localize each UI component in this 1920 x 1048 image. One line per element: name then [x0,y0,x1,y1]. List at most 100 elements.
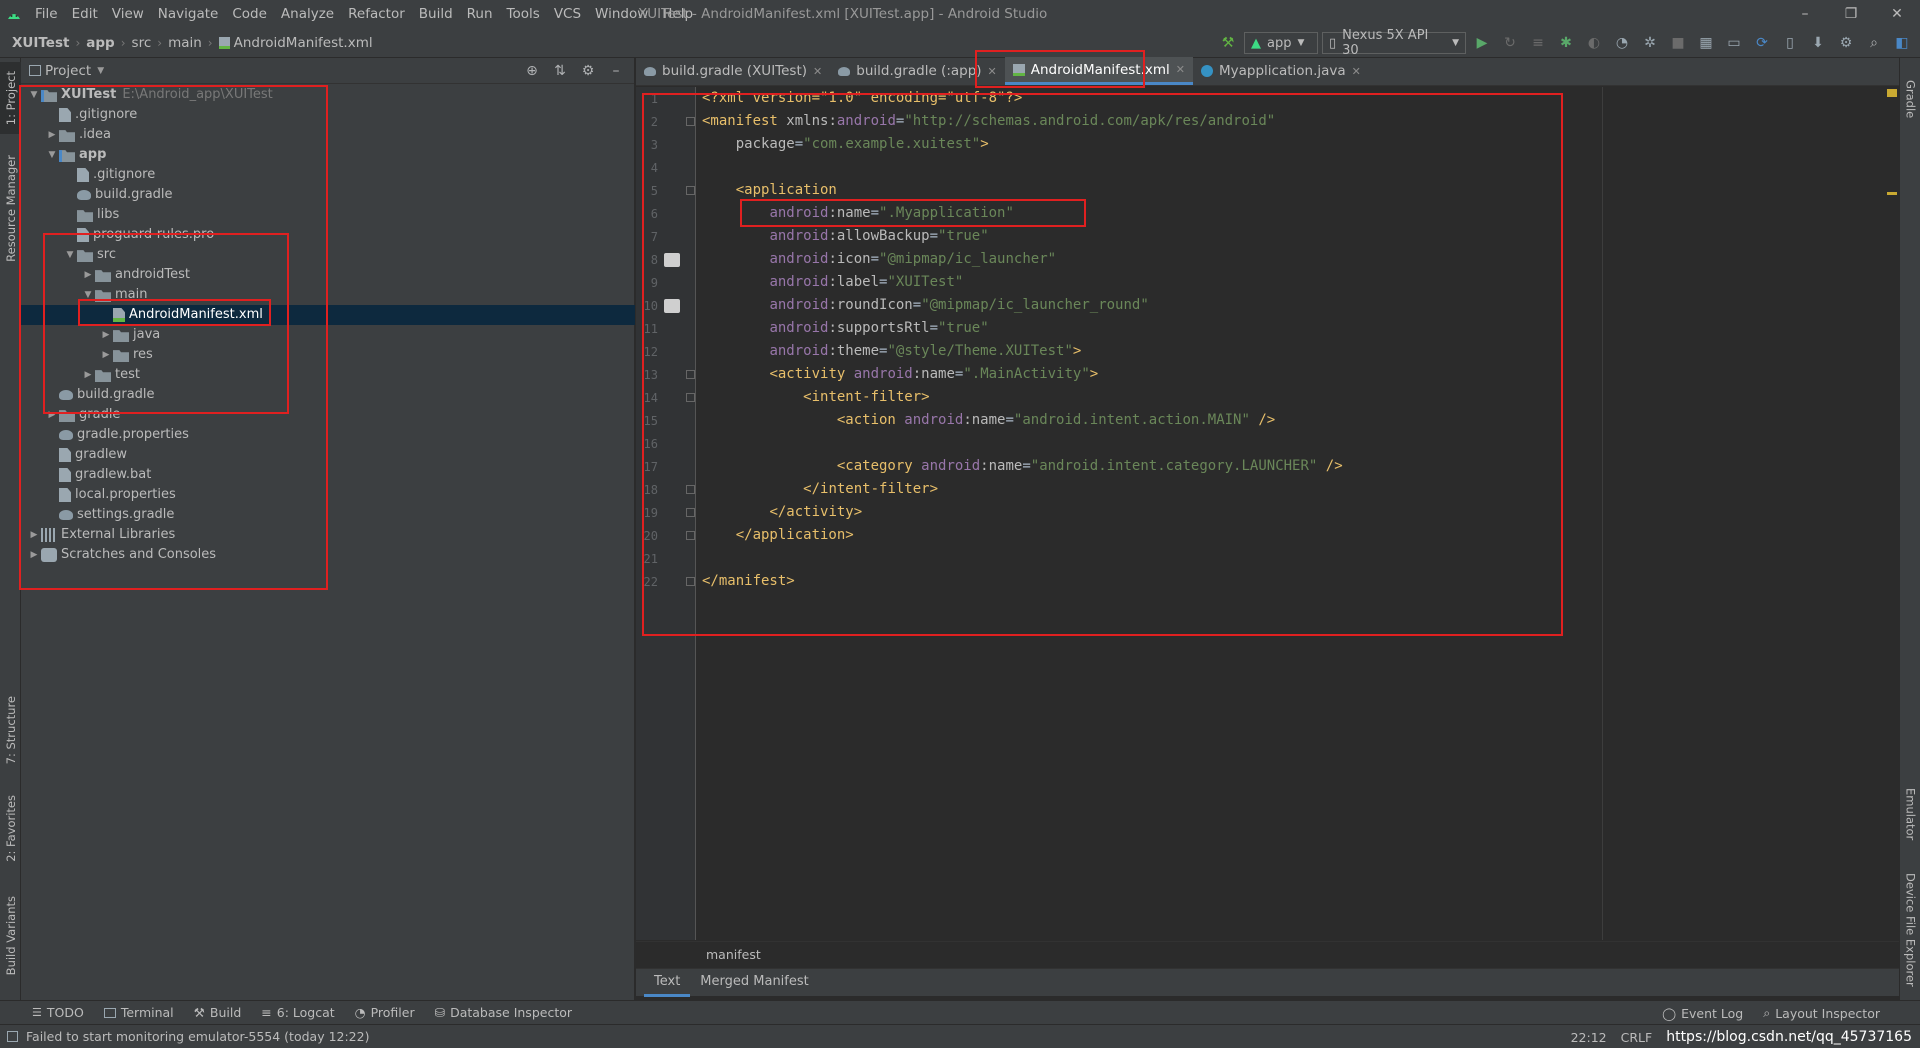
close-tab-icon[interactable]: ✕ [1176,63,1185,76]
tree-item[interactable]: libs [21,205,635,225]
layout-icon[interactable]: ▭ [1722,31,1746,55]
collapsed-arrow-icon[interactable]: ▶ [81,365,95,385]
code-line[interactable]: android:label="XUITest" [702,271,963,294]
breadcrumb-file[interactable]: AndroidManifest.xml [215,35,377,51]
close-tab-icon[interactable]: ✕ [1352,65,1361,78]
stop-icon[interactable]: ■ [1666,31,1690,55]
maximize-icon[interactable]: ❐ [1828,0,1874,28]
code-line[interactable]: </intent-filter> [702,478,938,501]
code-line[interactable]: android:allowBackup="true" [702,225,988,248]
code-line[interactable]: android:theme="@style/Theme.XUITest"> [702,340,1081,363]
tool-layout-inspector[interactable]: ⌕ Layout Inspector [1753,1005,1890,1021]
tree-item[interactable]: local.properties [21,485,635,505]
image-preview-icon[interactable] [664,253,680,267]
code-editor[interactable]: 1 2 3 4 5 6 7 8 9 10 11 12 13 14 15 16 17 18 19 20 21 22 <?xm… [636,87,1899,940]
profile-icon[interactable]: ◔ [1610,31,1634,55]
code-line[interactable]: android:supportsRtl="true" [702,317,988,340]
editor-tab[interactable]: AndroidManifest.xml ✕ [1004,57,1193,85]
tree-item[interactable]: ▶ External Libraries [21,525,635,545]
tab-gradle[interactable]: Gradle [1900,64,1920,134]
coverage-icon[interactable]: ◐ [1582,31,1606,55]
run-configuration-select[interactable]: ▲ app ▼ [1244,32,1318,54]
code-line[interactable]: </application> [702,524,854,547]
tree-item[interactable]: gradlew.bat [21,465,635,485]
menu-build[interactable]: Build [412,0,460,28]
project-view-select[interactable]: Project [45,63,91,79]
code-line[interactable]: <application [702,179,837,202]
tree-item[interactable]: build.gradle [21,185,635,205]
tree-item[interactable]: settings.gradle [21,505,635,525]
fold-marker-icon[interactable] [686,577,695,586]
code-line[interactable]: <action android:name="android.intent.act… [702,409,1275,432]
code-line[interactable]: </activity> [702,501,862,524]
fold-marker-icon[interactable] [686,186,695,195]
tool-database-inspector[interactable]: ⛁ Database Inspector [425,1005,582,1020]
menu-navigate[interactable]: Navigate [151,0,226,28]
menu-code[interactable]: Code [225,0,274,28]
expanded-arrow-icon[interactable]: ▼ [27,85,41,105]
tab-structure[interactable]: 7: Structure [0,690,21,770]
fold-marker-icon[interactable] [686,117,695,126]
menu-run[interactable]: Run [460,0,500,28]
image-preview-icon[interactable] [664,299,680,313]
code-line[interactable]: <?xml version="1.0" encoding="utf-8"?> [702,87,1022,110]
warning-marker[interactable] [1887,89,1897,97]
fold-marker-icon[interactable] [686,393,695,402]
collapsed-arrow-icon[interactable]: ▶ [27,525,41,545]
tab-resource-manager[interactable]: Resource Manager [0,148,21,268]
rerun-icon[interactable]: ↻ [1498,31,1522,55]
menu-file[interactable]: File [28,0,65,28]
tool-logcat[interactable]: ≡ 6: Logcat [251,1005,344,1020]
collapsed-arrow-icon[interactable]: ▶ [99,345,113,365]
debug-icon[interactable]: ✱ [1554,31,1578,55]
tree-item[interactable]: ▼ main [21,285,635,305]
tree-item[interactable]: ▶ Scratches and Consoles [21,545,635,565]
tree-item[interactable]: gradlew [21,445,635,465]
caret-position[interactable]: 22:12 [1571,1030,1607,1045]
hammer-build-icon[interactable]: ⚒ [1216,31,1240,55]
editor-tab[interactable]: build.gradle (:app) ✕ [830,57,1005,85]
tab-text[interactable]: Text [644,969,691,997]
gear-icon[interactable]: ⚙ [576,59,600,83]
breadcrumb-project[interactable]: XUITest [8,35,73,51]
menu-tools[interactable]: Tools [500,0,547,28]
expanded-arrow-icon[interactable]: ▼ [63,245,77,265]
tree-item[interactable]: .gitignore [21,165,635,185]
code-line[interactable]: <manifest xmlns:android="http://schemas.… [702,110,1275,133]
line-separator[interactable]: CRLF [1621,1030,1653,1045]
editor-tab[interactable]: Myapplication.java ✕ [1193,57,1369,85]
tool-build[interactable]: ⚒ Build [184,1005,252,1020]
tab-project[interactable]: 1: Project [0,62,21,134]
tree-item[interactable]: ▼ src [21,245,635,265]
tool-profiler[interactable]: ◔ Profiler [345,1005,425,1020]
menu-edit[interactable]: Edit [65,0,105,28]
collapsed-arrow-icon[interactable]: ▶ [45,125,59,145]
close-tab-icon[interactable]: ✕ [813,65,822,78]
collapsed-arrow-icon[interactable]: ▶ [81,265,95,285]
code-line[interactable]: android:name=".Myapplication" [702,202,1013,225]
collapsed-arrow-icon[interactable]: ▶ [27,545,41,565]
device-select[interactable]: ▯ Nexus 5X API 30 ▼ [1322,28,1466,58]
close-icon[interactable]: ✕ [1874,0,1920,28]
sdk-manager-icon[interactable]: ⬇ [1806,31,1830,55]
warning-marker[interactable] [1887,192,1897,195]
search-icon[interactable]: ⌕ [1862,31,1886,55]
hide-panel-icon[interactable]: – [604,59,628,83]
close-tab-icon[interactable]: ✕ [988,65,997,78]
code-line[interactable]: <category android:name="android.intent.c… [702,455,1343,478]
collapsed-arrow-icon[interactable]: ▶ [45,405,59,425]
fold-marker-icon[interactable] [686,370,695,379]
tab-device-file-explorer[interactable]: Device File Explorer [1900,864,1920,996]
dropdown-arrow-icon[interactable]: ▼ [97,66,104,76]
tool-terminal[interactable]: Terminal [94,1005,184,1020]
expanded-arrow-icon[interactable]: ▼ [45,145,59,165]
tool-todo[interactable]: ☰ TODO [22,1005,94,1020]
attach-debugger-icon[interactable]: ✲ [1638,31,1662,55]
apply-changes-icon[interactable]: ≡ [1526,31,1550,55]
fold-marker-icon[interactable] [686,531,695,540]
tree-item[interactable]: ▶ androidTest [21,265,635,285]
tab-emulator[interactable]: Emulator [1900,774,1920,854]
breadcrumb-module[interactable]: app [82,35,118,51]
menu-vcs[interactable]: VCS [547,0,588,28]
tree-item[interactable]: ▶ java [21,325,635,345]
